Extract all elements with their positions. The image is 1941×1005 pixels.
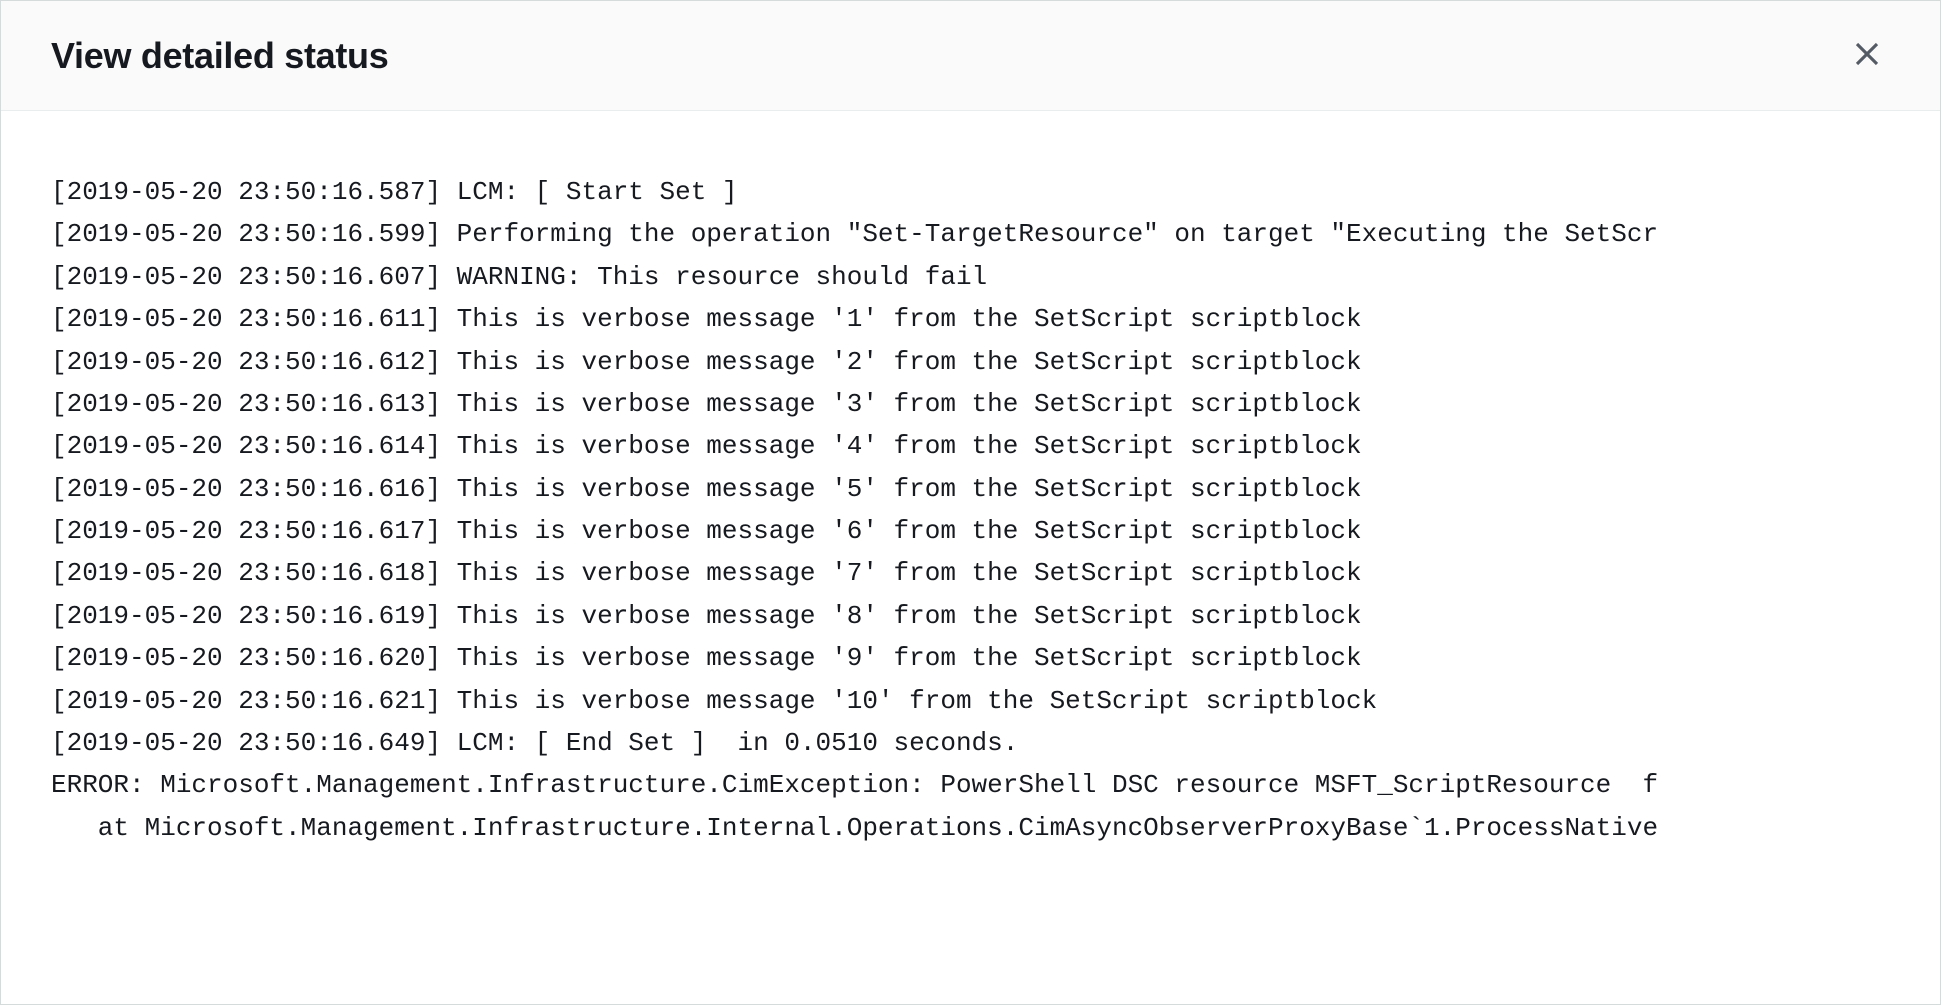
modal-header: View detailed status: [1, 1, 1940, 111]
log-output: [2019-05-20 23:50:16.587] LCM: [ Start S…: [51, 171, 1890, 849]
close-icon: [1852, 39, 1882, 72]
close-button[interactable]: [1844, 31, 1890, 80]
detailed-status-modal: View detailed status [2019-05-20 23:50:1…: [0, 0, 1941, 1005]
modal-title: View detailed status: [51, 35, 388, 77]
modal-body: [2019-05-20 23:50:16.587] LCM: [ Start S…: [1, 111, 1940, 1004]
